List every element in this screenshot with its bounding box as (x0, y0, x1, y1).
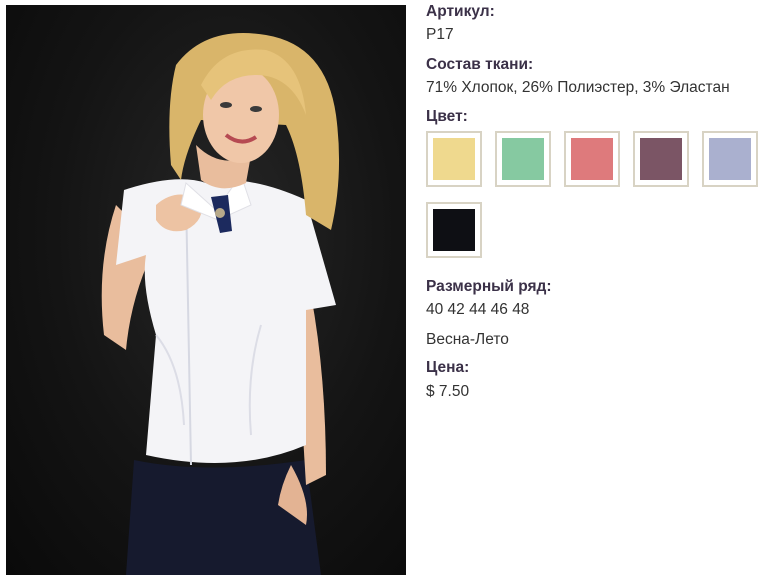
color-swatch-fill (640, 138, 682, 180)
color-swatch-mauve[interactable] (633, 131, 689, 187)
color-swatch-fill (709, 138, 751, 180)
color-label: Цвет: (426, 108, 468, 125)
price-value: $ 7.50 (426, 383, 470, 400)
article-label: Артикул: (426, 3, 495, 20)
price-label: Цена: (426, 359, 470, 376)
sizes-value: 40 42 44 46 48 (426, 301, 530, 318)
color-swatch-fill (433, 209, 475, 251)
color-swatch-pink[interactable] (564, 131, 620, 187)
sizes-label: Размерный ряд: (426, 278, 552, 295)
color-swatch-lavender-gray[interactable] (702, 131, 758, 187)
color-swatch-fill (433, 138, 475, 180)
model-image (101, 33, 340, 575)
color-swatch-fill (502, 138, 544, 180)
season-value: Весна-Лето (426, 331, 509, 348)
color-swatch-yellow[interactable] (426, 131, 482, 187)
color-swatch-mint[interactable] (495, 131, 551, 187)
product-photo (6, 5, 406, 575)
color-swatch-fill (571, 138, 613, 180)
color-swatch-black[interactable] (426, 202, 482, 258)
fabric-value: 71% Хлопок, 26% Полиэстер, 3% Эластан (426, 79, 730, 96)
article-value: P17 (426, 26, 454, 43)
fabric-label: Состав ткани: (426, 56, 534, 73)
